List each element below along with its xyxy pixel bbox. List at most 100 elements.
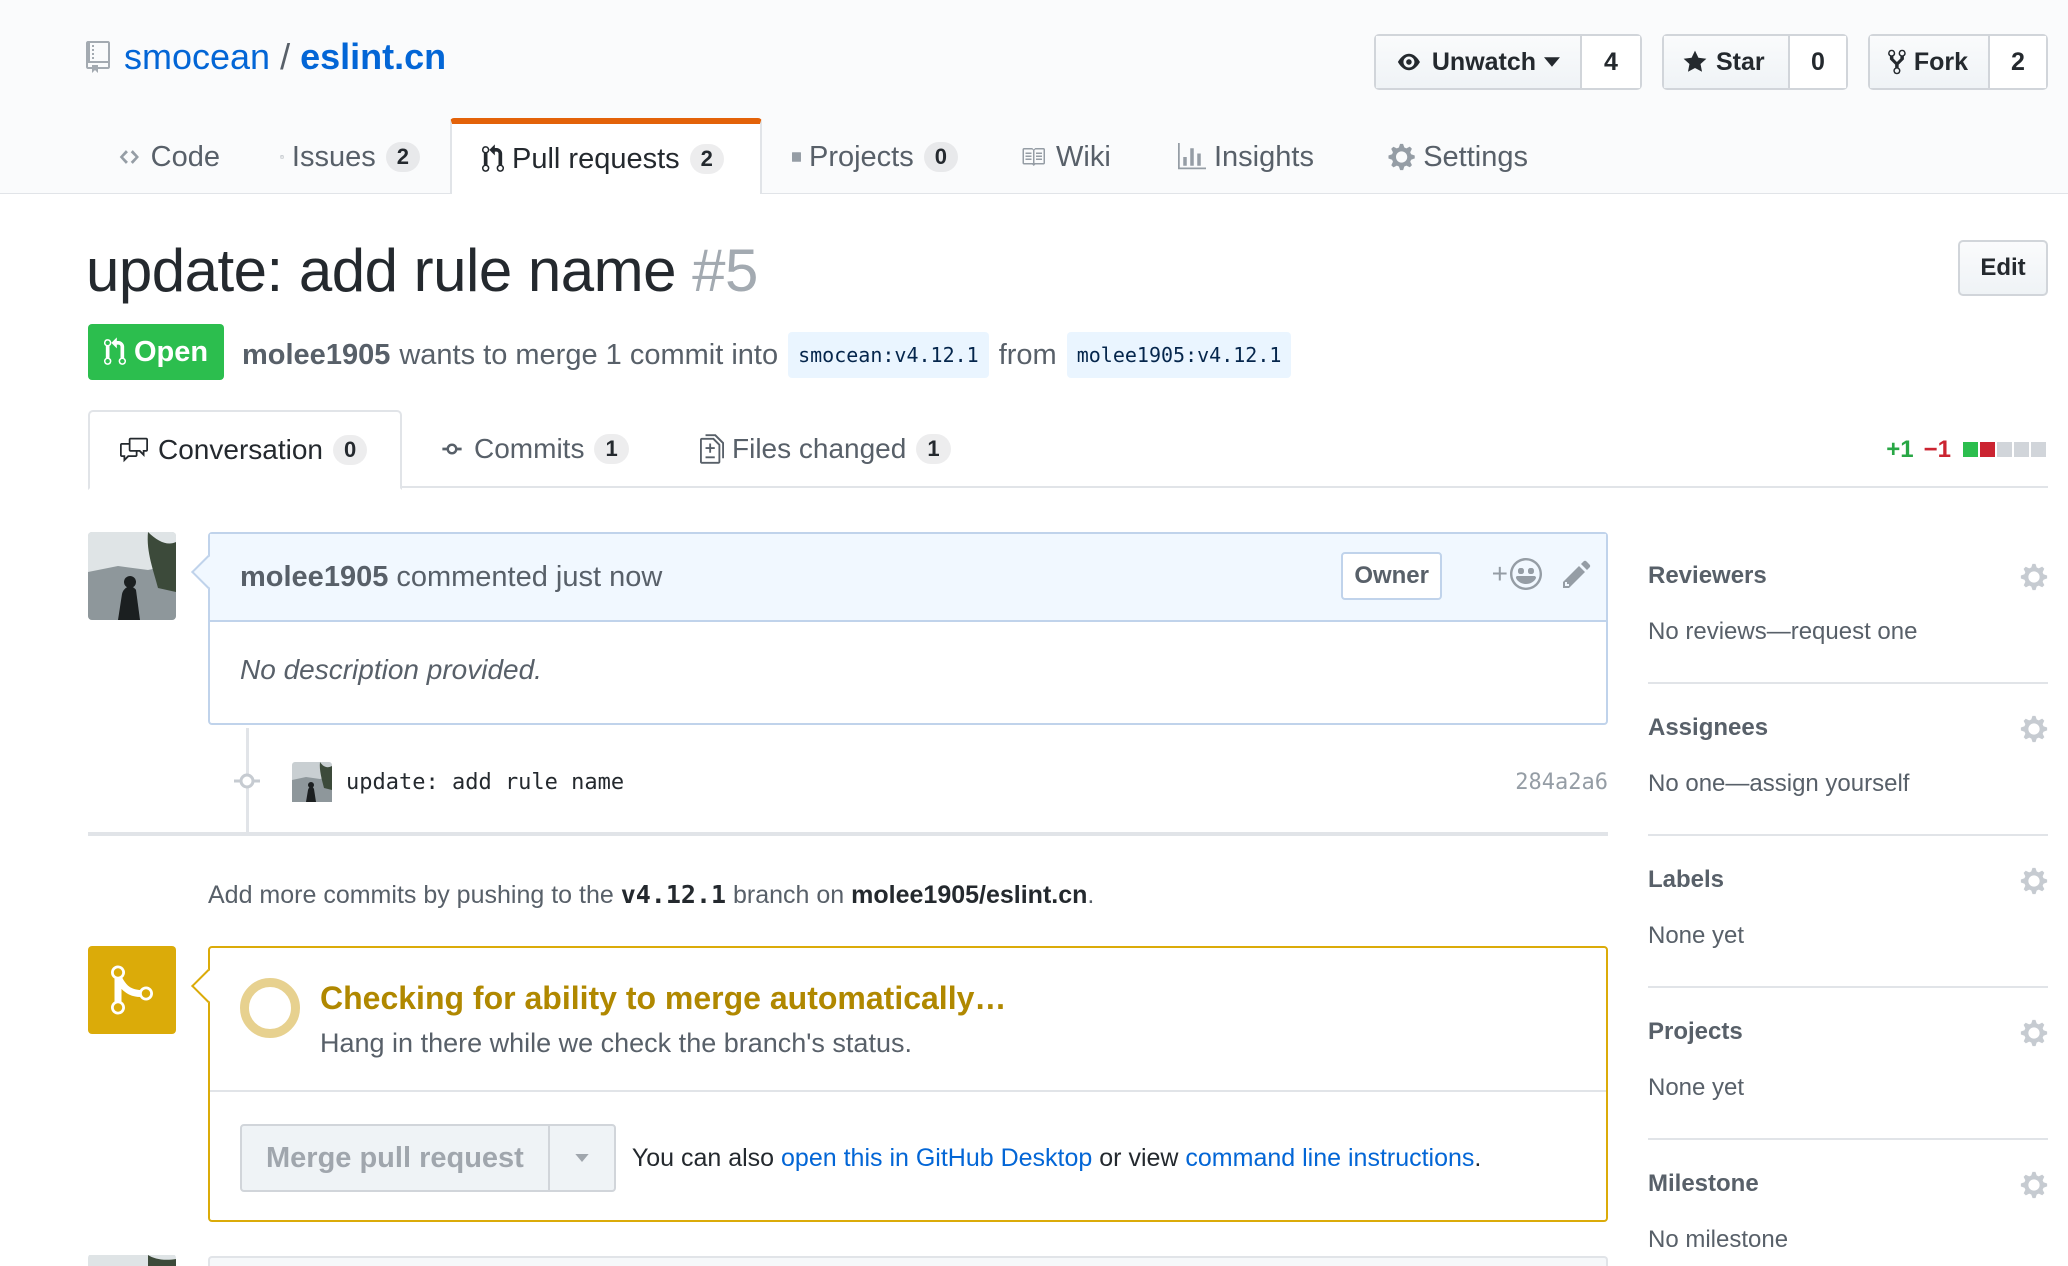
tab-projects-label: Projects bbox=[808, 140, 914, 173]
tab-conversation[interactable]: Conversation 0 bbox=[88, 410, 402, 490]
forks-count[interactable]: 2 bbox=[1990, 36, 2046, 88]
sidebar-assignees-value: No one—assign yourself bbox=[1648, 770, 1910, 797]
avatar[interactable] bbox=[88, 532, 176, 620]
open-github-desktop-link[interactable]: open this in GitHub Desktop bbox=[781, 1144, 1092, 1172]
tab-settings-label: Settings bbox=[1423, 140, 1528, 173]
base-branch[interactable]: smocean:v4.12.1 bbox=[788, 332, 989, 378]
merge-subtext: Hang in there while we check the branch'… bbox=[320, 1028, 912, 1058]
tab-issues[interactable]: Issues 2 bbox=[250, 120, 450, 194]
add-reaction-button[interactable]: + bbox=[1492, 558, 1542, 590]
pr-title-text: update: add rule name bbox=[86, 237, 676, 304]
commit-row: update: add rule name 284a2a6 bbox=[292, 762, 1608, 802]
star-icon bbox=[1683, 50, 1707, 72]
tab-issues-count: 2 bbox=[385, 142, 420, 172]
repo-name-link[interactable]: eslint.cn bbox=[300, 36, 446, 78]
sidebar-reviewers-title[interactable]: Reviewers bbox=[1648, 562, 1767, 590]
tab-files-changed[interactable]: Files changed 1 bbox=[700, 410, 951, 488]
merge-pull-request-button[interactable]: Merge pull request bbox=[242, 1126, 550, 1190]
comment-header: molee1905 commented just now Owner + bbox=[210, 534, 1606, 622]
git-merge-icon bbox=[111, 965, 153, 1015]
repo-title: smocean / eslint.cn bbox=[86, 36, 446, 78]
diffstat-additions: +1 bbox=[1886, 436, 1914, 463]
merge-button-group: Merge pull request bbox=[240, 1124, 616, 1192]
diffstat-block bbox=[1997, 442, 2012, 457]
tab-code[interactable]: Code bbox=[86, 120, 250, 194]
book-icon bbox=[1022, 148, 1045, 166]
merge-status: Checking for ability to merge automatica… bbox=[210, 948, 1606, 1092]
repo-owner-link[interactable]: smocean bbox=[124, 36, 270, 78]
edit-button[interactable]: Edit bbox=[1958, 240, 2048, 296]
pr-number: #5 bbox=[692, 237, 758, 304]
avatar-photo bbox=[88, 1255, 176, 1266]
gear-icon[interactable] bbox=[2020, 562, 2048, 592]
owner-badge: Owner bbox=[1341, 552, 1442, 600]
tab-settings[interactable]: Settings bbox=[1358, 120, 1558, 194]
merge-actions: Merge pull request You can also open thi… bbox=[240, 1124, 1481, 1192]
sidebar-labels-title[interactable]: Labels bbox=[1648, 866, 1724, 894]
spinner-icon bbox=[240, 978, 300, 1038]
sidebar-assignees-title[interactable]: Assignees bbox=[1648, 714, 1768, 742]
merge-status-icon bbox=[88, 946, 176, 1034]
sidebar-projects-value: None yet bbox=[1648, 1074, 1745, 1101]
sidebar-milestone-title[interactable]: Milestone bbox=[1648, 1170, 1759, 1198]
star-label: Star bbox=[1716, 47, 1765, 76]
pr-author-link[interactable]: molee1905 bbox=[242, 339, 390, 372]
star-group: Star 0 bbox=[1662, 34, 1848, 90]
gear-icon[interactable] bbox=[2020, 714, 2048, 744]
smiley-icon bbox=[1510, 558, 1542, 590]
sidebar-milestone: Milestone No milestone bbox=[1648, 1140, 2048, 1266]
comment-form bbox=[208, 1256, 1608, 1266]
tab-pull-requests-count: 2 bbox=[689, 144, 724, 174]
push-hint-suffix: . bbox=[1087, 881, 1095, 909]
comment-timestamp[interactable]: commented just now bbox=[396, 561, 662, 594]
tab-projects[interactable]: Projects 0 bbox=[762, 120, 988, 194]
tab-conversation-label: Conversation bbox=[158, 434, 323, 465]
commit-message-link[interactable]: update: add rule name bbox=[346, 770, 624, 795]
tab-commits[interactable]: Commits 1 bbox=[438, 410, 629, 488]
sidebar-projects-title[interactable]: Projects bbox=[1648, 1018, 1743, 1046]
sidebar-labels-value: None yet bbox=[1648, 922, 1745, 949]
diffstat-block bbox=[2031, 442, 2046, 457]
tab-pull-requests[interactable]: Pull requests 2 bbox=[450, 118, 762, 194]
commit-sha-link[interactable]: 284a2a6 bbox=[1515, 770, 1608, 795]
diffstat-blocks bbox=[1963, 436, 2048, 464]
tab-projects-count: 0 bbox=[923, 142, 958, 172]
gear-icon[interactable] bbox=[2020, 1170, 2048, 1200]
reaction-plus: + bbox=[1491, 558, 1508, 589]
avatar[interactable] bbox=[88, 1254, 176, 1266]
git-pull-request-icon bbox=[482, 144, 504, 172]
gear-icon[interactable] bbox=[2020, 1018, 2048, 1048]
push-hint-branch: v4.12.1 bbox=[620, 880, 727, 909]
discussion-sidebar: Reviewers No reviews—request one Assigne… bbox=[1648, 532, 2048, 1266]
sidebar-milestone-value: No milestone bbox=[1648, 1226, 1789, 1253]
commit-avatar[interactable] bbox=[292, 762, 332, 802]
command-line-instructions-link[interactable]: command line instructions bbox=[1185, 1144, 1474, 1172]
tab-files-changed-count: 1 bbox=[916, 434, 951, 464]
tab-conversation-count: 0 bbox=[332, 435, 368, 465]
star-button[interactable]: Star bbox=[1664, 36, 1790, 88]
triangle-down-icon bbox=[575, 1154, 589, 1162]
watch-group: Unwatch 4 bbox=[1374, 34, 1642, 90]
head-branch[interactable]: molee1905:v4.12.1 bbox=[1066, 332, 1292, 378]
comment-author-link[interactable]: molee1905 bbox=[240, 561, 388, 594]
repo-forked-icon bbox=[1888, 49, 1906, 75]
sidebar-reviewers-value: No reviews—request one bbox=[1648, 618, 1918, 645]
tab-insights-label: Insights bbox=[1214, 140, 1314, 173]
issue-opened-icon bbox=[280, 155, 284, 159]
edit-comment-button[interactable] bbox=[1562, 558, 1592, 598]
gear-icon[interactable] bbox=[2020, 866, 2048, 896]
watchers-count[interactable]: 4 bbox=[1582, 36, 1640, 88]
merge-text: wants to merge 1 commit into bbox=[399, 338, 779, 371]
tab-issues-label: Issues bbox=[291, 140, 376, 173]
sidebar-reviewers: Reviewers No reviews—request one bbox=[1648, 532, 2048, 684]
unwatch-button[interactable]: Unwatch bbox=[1376, 36, 1582, 88]
stars-count[interactable]: 0 bbox=[1790, 36, 1846, 88]
merge-method-dropdown[interactable] bbox=[550, 1126, 614, 1190]
merge-alt-prefix: You can also bbox=[631, 1143, 775, 1172]
fork-group: Fork 2 bbox=[1868, 34, 2048, 90]
tab-commits-label: Commits bbox=[474, 433, 585, 464]
tab-wiki[interactable]: Wiki bbox=[988, 120, 1148, 194]
tab-commits-count: 1 bbox=[594, 434, 629, 464]
tab-insights[interactable]: Insights bbox=[1148, 120, 1358, 194]
fork-button[interactable]: Fork bbox=[1870, 36, 1990, 88]
